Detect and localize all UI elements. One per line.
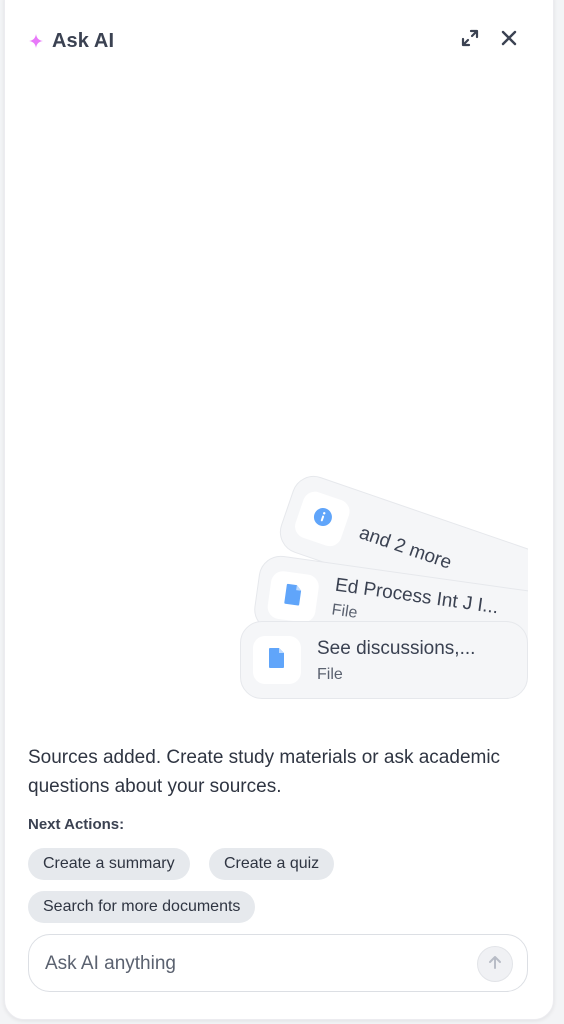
- close-button[interactable]: [498, 29, 520, 51]
- ask-ai-input[interactable]: [43, 935, 467, 993]
- send-button[interactable]: [477, 946, 513, 982]
- expand-icon: [460, 28, 480, 53]
- close-icon: [500, 29, 518, 52]
- source-card-file[interactable]: See discussions,... File: [240, 621, 528, 699]
- create-quiz-chip[interactable]: Create a quiz: [209, 848, 335, 880]
- expand-button[interactable]: [459, 29, 481, 51]
- source-card-name: and 2 more: [356, 522, 455, 574]
- next-actions-label: Next Actions:: [28, 816, 125, 833]
- source-thumb: [266, 569, 321, 624]
- source-card-kind: File: [330, 601, 359, 622]
- panel-header: Ask AI: [28, 28, 114, 54]
- file-icon: [282, 582, 304, 611]
- search-documents-chip[interactable]: Search for more documents: [28, 891, 256, 923]
- composer: [28, 934, 528, 993]
- sparkle-icon: [28, 33, 44, 49]
- source-card-kind: File: [317, 666, 343, 683]
- create-summary-chip[interactable]: Create a summary: [28, 848, 190, 880]
- source-thumb: [253, 636, 301, 684]
- assistant-message: Sources added. Create study materials or…: [28, 747, 501, 797]
- info-icon: [309, 504, 336, 534]
- panel-title: Ask AI: [52, 29, 115, 52]
- source-card-name: See discussions,...: [317, 638, 476, 659]
- arrow-up-icon: [487, 954, 503, 975]
- file-icon: [268, 647, 286, 674]
- source-thumb: [291, 488, 353, 550]
- source-cards-stack: and 2 more Ed Process Int J I... File Se…: [0, 450, 528, 710]
